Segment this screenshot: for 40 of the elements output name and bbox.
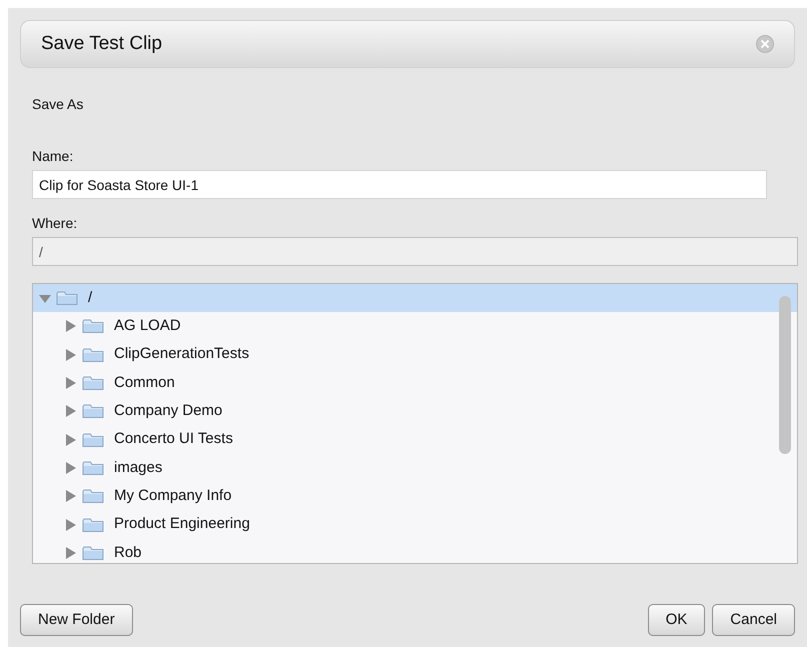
- folder-icon: [82, 318, 104, 334]
- collapsed-triangle-icon[interactable]: [64, 376, 78, 390]
- collapsed-triangle-icon[interactable]: [64, 348, 78, 362]
- dialog-button[interactable]: New Folder: [20, 604, 133, 636]
- tree-item[interactable]: Company Demo: [33, 397, 797, 426]
- field-label: Where:: [32, 214, 78, 233]
- tree-item[interactable]: Product Engineering: [33, 510, 797, 539]
- dialog-button[interactable]: OK: [648, 604, 706, 636]
- collapsed-triangle-icon[interactable]: [64, 546, 78, 560]
- field-label: Name:: [32, 147, 74, 166]
- scrollbar[interactable]: [779, 296, 791, 454]
- folder-icon: [82, 403, 104, 420]
- section-label: Save As: [32, 95, 84, 114]
- tree-item[interactable]: images: [33, 454, 797, 482]
- tree-item[interactable]: My Company Info: [33, 482, 797, 510]
- dialog-title: Save Test Clip: [41, 32, 164, 56]
- collapsed-triangle-icon[interactable]: [64, 489, 78, 504]
- collapsed-triangle-icon[interactable]: [64, 319, 78, 334]
- tree-item[interactable]: Common: [33, 368, 797, 398]
- tree-item[interactable]: /: [33, 284, 797, 312]
- folder-icon: [82, 516, 104, 533]
- folder-icon: [82, 375, 104, 392]
- folder-icon: [82, 544, 104, 561]
- collapsed-triangle-icon[interactable]: [64, 518, 78, 532]
- collapsed-triangle-icon[interactable]: [64, 460, 78, 475]
- tree-item[interactable]: Rob: [33, 538, 797, 563]
- folder-icon: [82, 488, 104, 504]
- tree-item[interactable]: Concerto UI Tests: [33, 425, 797, 454]
- collapsed-triangle-icon[interactable]: [64, 432, 78, 447]
- folder-icon: [82, 432, 104, 448]
- folder-icon: [56, 290, 78, 306]
- collapsed-triangle-icon[interactable]: [64, 404, 78, 418]
- tree-item[interactable]: ClipGenerationTests: [33, 340, 797, 369]
- folder-icon: [82, 346, 104, 363]
- tree-item[interactable]: AG LOAD: [33, 312, 797, 341]
- name-field[interactable]: Clip for Soasta Store UI-1: [32, 170, 767, 199]
- dialog-button[interactable]: Cancel: [712, 604, 795, 636]
- expanded-triangle-icon[interactable]: [38, 292, 52, 304]
- close-icon[interactable]: [756, 35, 774, 53]
- folder-icon: [82, 460, 104, 476]
